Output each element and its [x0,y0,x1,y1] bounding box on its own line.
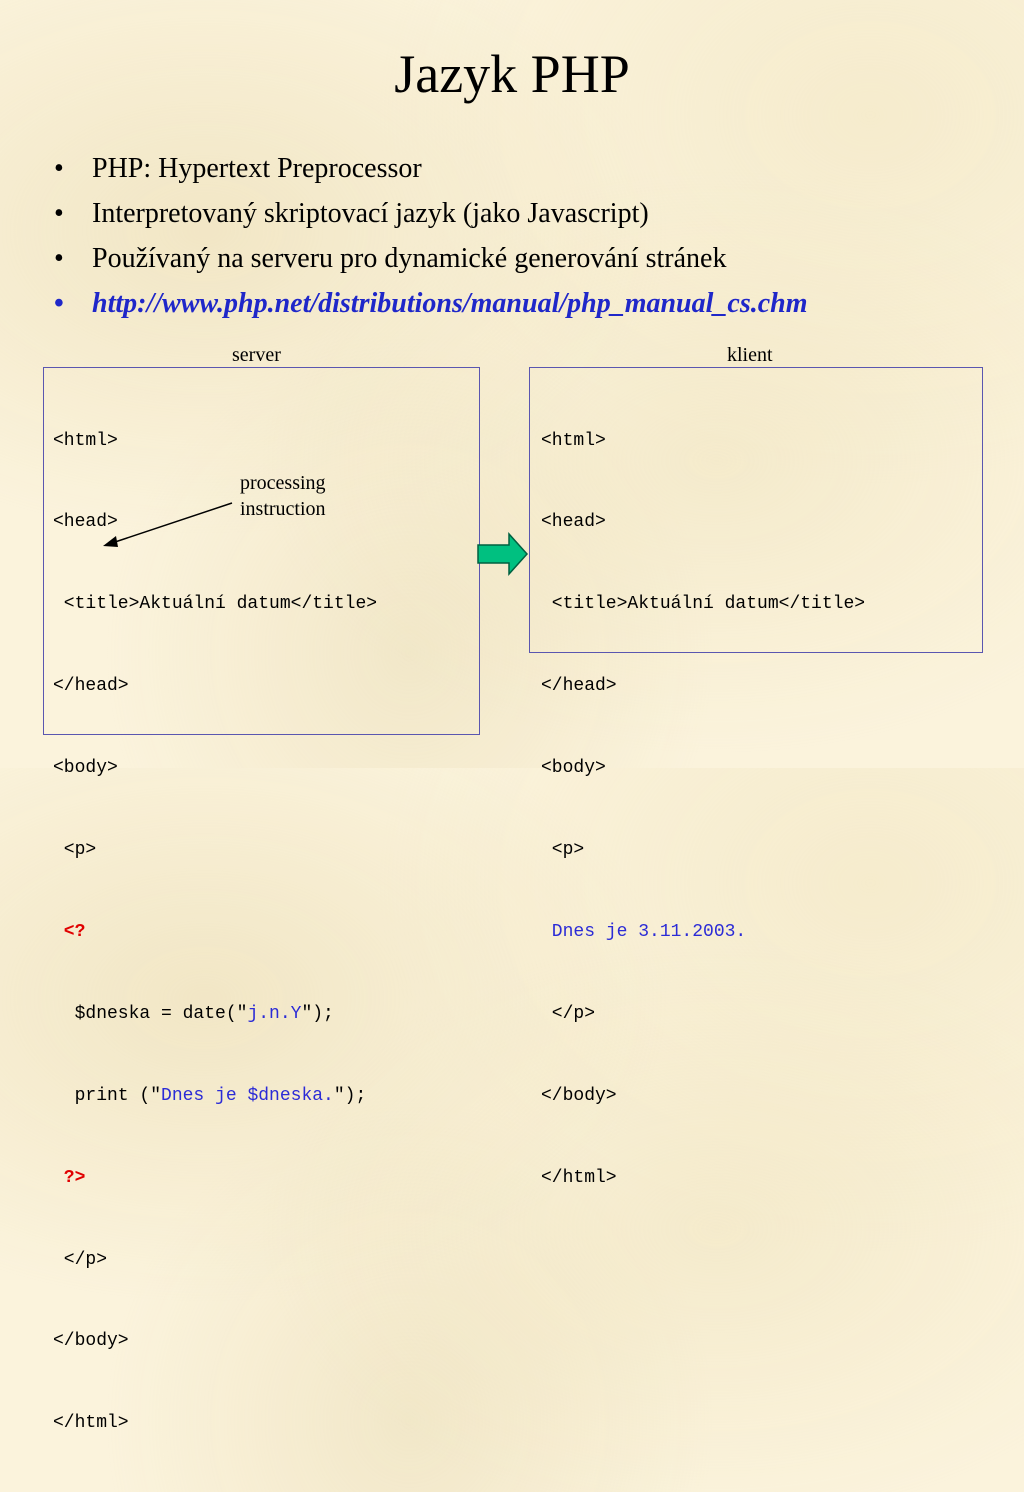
code-line-print: print ("Dnes je $dneska."); [53,1083,479,1110]
right-arrow-icon [477,532,529,576]
php-open-tag: <? [53,921,86,942]
code-line-date: $dneska = date("j.n.Y"); [53,1001,479,1028]
code-line: </html> [53,1413,129,1434]
code-line: <p> [541,840,585,861]
code-text: "); [301,1003,334,1024]
code-line: </body> [541,1085,617,1106]
string-literal: j.n.Y [247,1003,302,1024]
code-line: </html> [541,1167,617,1188]
code-text: $dneska = date(" [53,1003,248,1024]
code-line: <p> [53,840,97,861]
code-line: </body> [53,1331,129,1352]
code-line: </p> [541,1003,596,1024]
overlay-graphics [103,502,529,576]
pointer-arrow-icon [103,502,233,547]
generated-output: Dnes je 3.11.2003. [541,921,747,942]
php-close-tag: ?> [53,1167,86,1188]
string-literal: Dnes je $dneska. [161,1085,334,1106]
code-text: print (" [53,1085,162,1106]
code-line: </p> [53,1249,108,1270]
code-text: "); [333,1085,367,1106]
